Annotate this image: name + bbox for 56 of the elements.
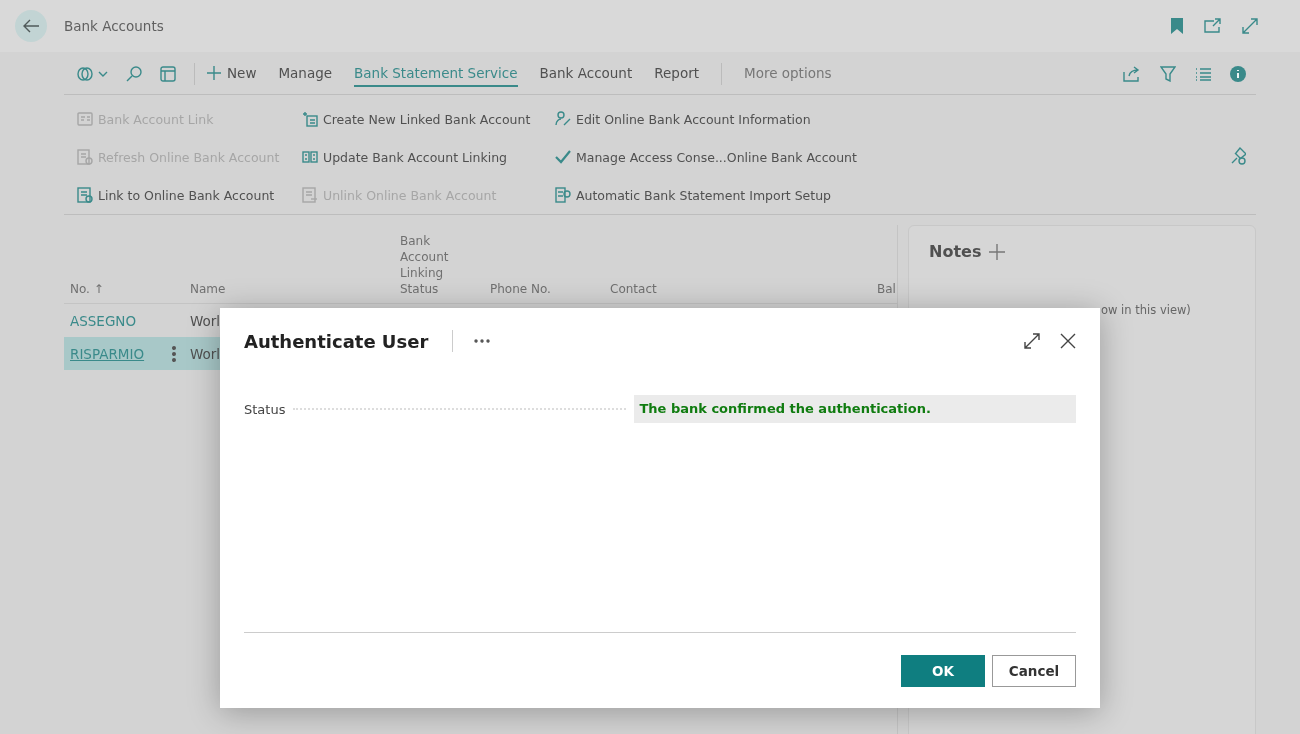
menu-tab[interactable]: Bank Statement Service [354, 61, 518, 87]
account-link[interactable]: ASSEGNO [64, 312, 164, 329]
filter-icon[interactable] [1160, 66, 1176, 82]
linked-boxes-icon [302, 149, 318, 165]
search-icon[interactable] [126, 66, 142, 82]
menu-tab[interactable]: Manage [278, 61, 333, 87]
ok-button[interactable]: OK [901, 654, 985, 687]
status-value: The bank confirmed the authentication. [634, 395, 1076, 423]
plus-icon [207, 66, 221, 80]
account-link[interactable]: RISPARMIO [64, 345, 164, 362]
column-header[interactable]: Name [184, 281, 394, 303]
notes-text: ow in this view) [1100, 303, 1192, 317]
cancel-button[interactable]: Cancel [992, 654, 1076, 687]
link-document-icon [77, 187, 93, 203]
close-icon[interactable] [1060, 333, 1076, 349]
expand-icon[interactable] [1024, 333, 1040, 349]
action-button[interactable]: Update Bank Account Linking [302, 138, 555, 176]
chevron-down-icon[interactable] [98, 71, 108, 77]
menu-tab[interactable]: Bank Account [539, 61, 633, 87]
refresh-document-icon [77, 149, 93, 165]
list-icon[interactable] [1195, 67, 1211, 81]
more-vertical-icon[interactable] [172, 345, 176, 362]
bookmark-icon[interactable] [1170, 18, 1184, 34]
column-header[interactable]: Bal [871, 281, 896, 303]
layout-icon[interactable] [160, 66, 176, 82]
share-icon[interactable] [1123, 66, 1141, 82]
notes-title: Notes [929, 242, 982, 261]
document-icon [77, 111, 93, 127]
column-header[interactable]: No. ↑ [64, 281, 184, 303]
back-arrow-icon [22, 19, 40, 33]
checkmark-icon [555, 149, 571, 165]
column-header[interactable]: Bank Account Linking Status [394, 233, 484, 303]
action-button[interactable]: Manage Access Conse...Online Bank Account [555, 138, 935, 176]
field-label: Status [244, 401, 286, 417]
sparkle-document-icon [302, 111, 318, 127]
column-header[interactable]: Phone No. [484, 281, 604, 303]
unlink-document-icon [302, 187, 318, 203]
more-options-button[interactable]: More options [744, 61, 832, 87]
action-button[interactable]: Create New Linked Bank Account [302, 100, 555, 138]
info-icon[interactable] [1230, 66, 1246, 82]
settings-document-icon [555, 187, 571, 203]
menu-tab[interactable]: Report [654, 61, 699, 87]
plus-icon[interactable] [989, 243, 1006, 260]
column-header[interactable]: Contact [604, 281, 871, 303]
new-button[interactable]: New [207, 61, 257, 87]
action-button[interactable]: Automatic Bank Statement Import Setup [555, 176, 935, 214]
dialog-title: Authenticate User [244, 330, 429, 352]
action-button[interactable]: Edit Online Bank Account Information [555, 100, 935, 138]
person-edit-icon [555, 111, 571, 127]
action-button[interactable]: Link to Online Bank Account [77, 176, 302, 214]
page-title: Bank Accounts [64, 18, 164, 34]
table-cell-text: Worl [189, 312, 221, 329]
back-button[interactable] [15, 10, 47, 42]
open-new-window-icon[interactable] [1204, 18, 1222, 34]
table-cell-text: Worl [189, 345, 221, 362]
ellipsis-icon[interactable] [474, 339, 491, 343]
